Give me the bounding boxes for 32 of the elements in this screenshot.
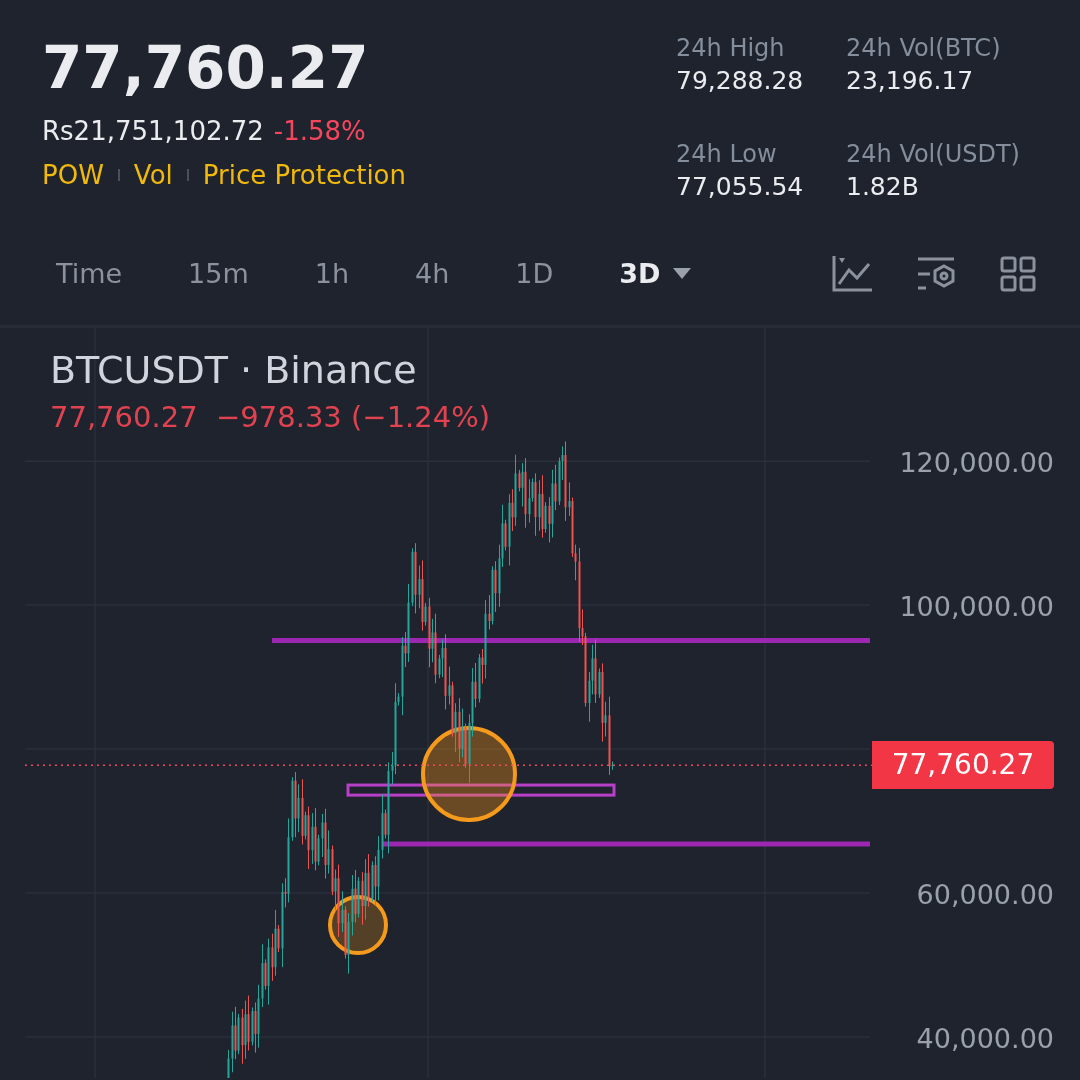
axis-label: 40,000.00 bbox=[916, 1022, 1054, 1054]
stat-value: 23,196.17 bbox=[846, 66, 975, 95]
last-price: 77,760.27 bbox=[42, 33, 370, 104]
indicator-settings-icon[interactable] bbox=[916, 255, 956, 292]
interval-tab[interactable]: Time bbox=[56, 258, 123, 289]
interval-tab[interactable]: 1h bbox=[314, 258, 350, 289]
tag-link[interactable]: Vol bbox=[133, 160, 173, 190]
axis-label: 120,000.00 bbox=[899, 447, 1054, 479]
caret-icon bbox=[672, 268, 691, 279]
axis-label: 60,000.00 bbox=[916, 879, 1054, 910]
stat-value: 77,055.54 bbox=[676, 172, 805, 201]
stat-label: 24h Vol(USDT) bbox=[846, 140, 1021, 168]
stat-value: 1.82B bbox=[846, 172, 920, 201]
tag-link[interactable]: POW bbox=[42, 160, 104, 190]
interval-tab[interactable]: 1D bbox=[515, 258, 554, 289]
stat-label: 24h High bbox=[676, 34, 786, 62]
chart-title: BTCUSDT · Binance bbox=[50, 348, 418, 392]
price-change: -1.58% bbox=[273, 116, 366, 146]
line-chart-icon[interactable] bbox=[832, 255, 872, 292]
fiat-price: Rs21,751,102.72 bbox=[42, 116, 264, 146]
last-price-label: 77,760.27 bbox=[872, 741, 1054, 790]
stat-value: 79,288.28 bbox=[676, 66, 805, 95]
chart-quote: 77,760.27 −978.33 (−1.24%) bbox=[50, 400, 491, 434]
grid-icon[interactable] bbox=[1000, 255, 1036, 292]
stat-label: 24h Vol(BTC) bbox=[846, 34, 1002, 62]
interval-tab[interactable]: 15m bbox=[188, 258, 249, 289]
axis-label: 100,000.00 bbox=[899, 591, 1054, 623]
tag-link[interactable]: Price Protection bbox=[202, 160, 406, 190]
highlight-circle bbox=[328, 895, 388, 955]
interval-tab[interactable]: 3D bbox=[619, 258, 691, 289]
interval-tab[interactable]: 4h bbox=[415, 258, 450, 289]
stat-label: 24h Low bbox=[676, 140, 778, 168]
